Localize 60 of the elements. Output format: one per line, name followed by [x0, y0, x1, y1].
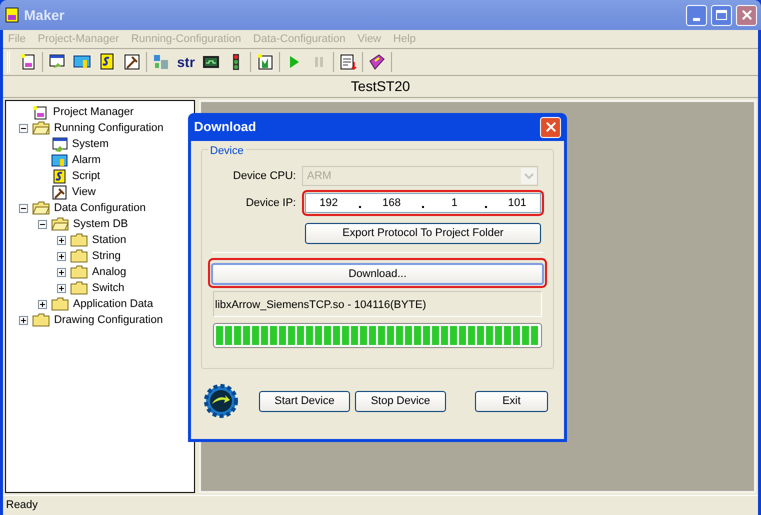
folder-icon — [70, 233, 88, 247]
app-icon — [4, 7, 20, 23]
expand-icon[interactable] — [57, 268, 66, 276]
folder-icon — [70, 281, 88, 295]
ip-octet: 168 — [381, 196, 402, 211]
open-folder-icon — [51, 217, 69, 231]
tree-item[interactable]: Analog — [92, 264, 126, 280]
download-button[interactable]: Download... — [211, 263, 544, 286]
open-folder-icon — [32, 201, 50, 215]
tree-item[interactable]: System — [72, 136, 109, 152]
folder-icon — [70, 265, 88, 279]
folder-icon — [70, 249, 88, 263]
script-icon — [51, 168, 68, 184]
tree-item[interactable]: Switch — [92, 280, 124, 296]
collapse-icon[interactable] — [19, 204, 28, 212]
tree-item[interactable]: Drawing Configuration — [54, 312, 163, 328]
tree-item[interactable]: Data Configuration — [54, 200, 146, 216]
document-icon — [32, 104, 49, 120]
dialog-button[interactable]: Start Device — [259, 390, 350, 412]
string-tool[interactable]: str — [175, 52, 197, 72]
bell-window-icon — [51, 152, 68, 168]
close-button[interactable] — [540, 116, 561, 138]
expand-icon[interactable] — [57, 236, 66, 244]
tree-item[interactable]: Running Configuration — [54, 120, 164, 136]
collapse-icon[interactable] — [19, 124, 28, 132]
ip-octet: 101 — [507, 196, 528, 211]
status-text: Ready — [6, 498, 38, 514]
tree-item[interactable]: Script — [72, 168, 100, 184]
dialog-button[interactable]: Export Protocol To Project Folder — [305, 222, 541, 244]
window-title: Maker — [24, 6, 66, 24]
tree-item[interactable]: Station — [92, 232, 126, 248]
tree-item[interactable]: String — [92, 248, 121, 264]
expand-icon[interactable] — [57, 252, 66, 260]
expand-icon[interactable] — [19, 316, 28, 324]
folder-icon — [32, 313, 50, 327]
dialog-button[interactable]: Exit — [475, 390, 548, 412]
tree-item[interactable]: View — [72, 184, 96, 200]
expand-icon[interactable] — [38, 300, 47, 308]
folder-icon — [51, 297, 69, 311]
open-folder-icon — [32, 121, 50, 135]
tree-item[interactable]: Project Manager — [53, 104, 134, 120]
tree-item[interactable]: System DB — [73, 216, 128, 232]
hammer-icon — [51, 184, 68, 200]
field-label: Device CPU: — [232, 168, 296, 184]
maximize-button[interactable] — [711, 4, 732, 26]
tree-item[interactable]: Alarm — [72, 152, 101, 168]
project-title: TestST20 — [350, 77, 410, 96]
collapse-icon[interactable] — [38, 220, 47, 228]
window-tools-icon — [51, 136, 68, 152]
field-label: Device IP: — [244, 196, 296, 211]
dialog-button[interactable]: Stop Device — [355, 390, 446, 412]
ip-address-field[interactable]: 192 168 1 101 — [305, 193, 541, 213]
dialog-title: Download — [194, 118, 258, 136]
ip-octet: 192 — [318, 196, 339, 211]
ip-octet: 1 — [450, 196, 458, 211]
minimize-button[interactable] — [686, 4, 707, 26]
close-button[interactable] — [736, 4, 757, 26]
file-info-text: libxArrow_SiemensTCP.so - 104116(BYTE) — [215, 299, 426, 312]
tree-item[interactable]: Application Data — [73, 296, 154, 312]
expand-icon[interactable] — [57, 284, 66, 292]
